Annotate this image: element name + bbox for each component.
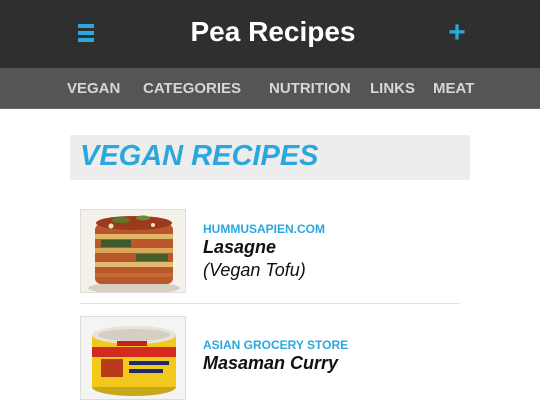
nav-item-links[interactable]: LINKS (370, 80, 415, 97)
section-header: VEGAN RECIPES (70, 135, 470, 180)
recipe-card-masaman-curry[interactable]: ASIAN GROCERY STORE Masaman Curry (80, 316, 460, 402)
section-title: VEGAN RECIPES (80, 140, 319, 172)
nav-item-categories[interactable]: CATEGORIES (143, 80, 241, 97)
nav-item-meat[interactable]: MEAT (433, 80, 474, 97)
lasagne-photo (80, 209, 186, 293)
top-app-bar: Pea Recipes + (0, 0, 540, 68)
curry-paste-can-photo (80, 316, 186, 400)
recipe-source: ASIAN GROCERY STORE (203, 338, 349, 352)
recipe-source: HUMMUSAPIEN.COM (203, 222, 325, 236)
nav-item-vegan[interactable]: VEGAN (67, 80, 120, 97)
nav-item-nutrition[interactable]: NUTRITION (269, 80, 351, 97)
category-nav-bar: VEGAN CATEGORIES NUTRITION LINKS MEAT (0, 68, 540, 109)
recipe-name: Lasagne (203, 237, 277, 257)
add-plus-icon[interactable]: + (447, 18, 467, 48)
recipe-subtitle: (Vegan Tofu) (203, 260, 306, 280)
recipe-divider (80, 303, 460, 304)
recipe-card-lasagne[interactable]: HUMMUSAPIEN.COM Lasagne (Vegan Tofu) (80, 209, 460, 295)
recipe-name: Masaman Curry (203, 353, 339, 373)
